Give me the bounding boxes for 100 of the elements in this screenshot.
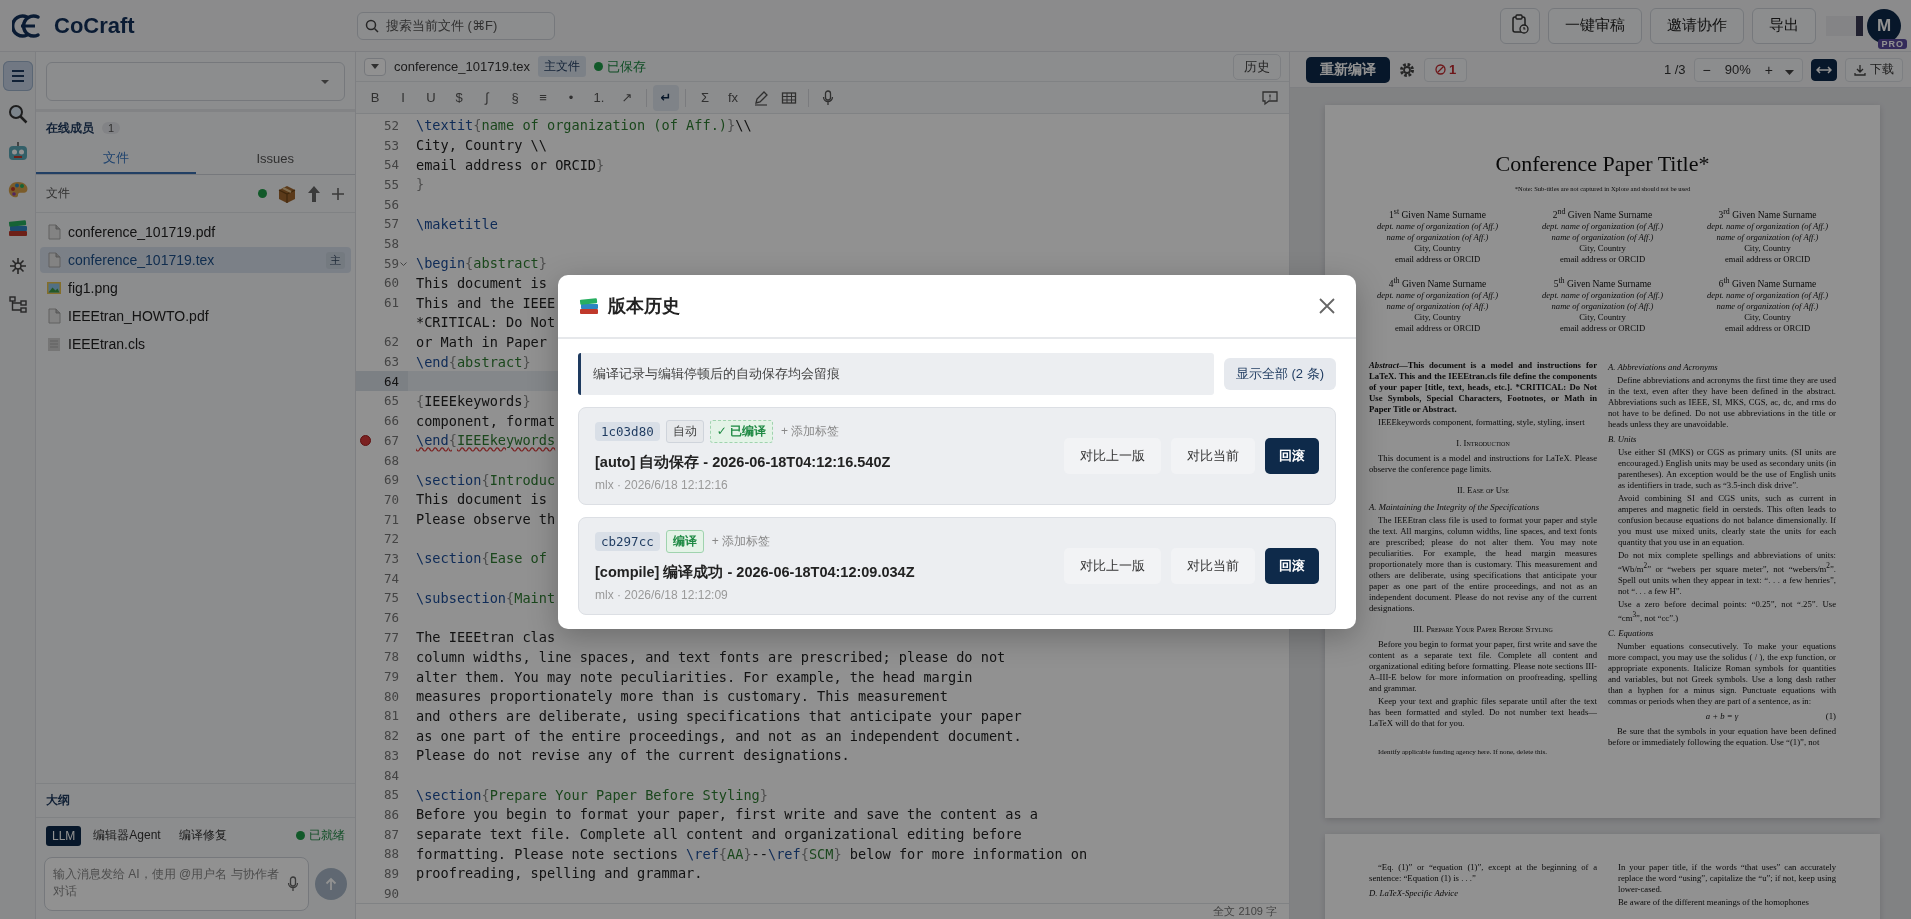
format-button[interactable]: § bbox=[502, 84, 528, 111]
review-button[interactable]: 一键审稿 bbox=[1548, 7, 1642, 44]
line-number: 72 bbox=[383, 531, 399, 547]
author-name: 3$^{rd}$ Given Name Surname bbox=[1717, 206, 1818, 222]
version-tag: 编译 bbox=[665, 530, 704, 553]
line-number: 57 bbox=[383, 216, 399, 232]
add-tag-button[interactable]: + 添加标签 bbox=[709, 533, 773, 550]
download-button[interactable]: 下载 bbox=[1845, 57, 1903, 82]
settings-button[interactable] bbox=[1398, 60, 1416, 79]
line-number: 63 bbox=[383, 354, 399, 370]
format-button[interactable]: B bbox=[362, 84, 388, 111]
clipboard-button[interactable] bbox=[1500, 7, 1540, 44]
upload-button[interactable] bbox=[307, 184, 321, 203]
panel-tab[interactable]: 文件 bbox=[36, 144, 196, 174]
line-number: 53 bbox=[383, 137, 399, 153]
author-city: City, Country bbox=[1413, 312, 1462, 324]
file-menu-button[interactable] bbox=[364, 57, 386, 76]
version-meta: mlx · 2026/6/18 12:12:16 bbox=[595, 478, 729, 492]
line-number: 56 bbox=[383, 196, 399, 212]
code-line: \begin{abstract} bbox=[415, 255, 547, 272]
rollback-button[interactable]: 回滚 bbox=[1265, 548, 1319, 584]
compare-previous-button[interactable]: 对比上一版 bbox=[1064, 438, 1161, 474]
page-number: 1 bbox=[1663, 62, 1672, 77]
author-dept: dept. name of organization (of Aff.) bbox=[1706, 290, 1829, 302]
compare-current-button[interactable]: 对比当前 bbox=[1171, 548, 1255, 584]
rollback-button[interactable]: 回滚 bbox=[1265, 438, 1319, 474]
zoom-out-button[interactable]: − bbox=[1698, 61, 1715, 78]
format-button[interactable]: $ bbox=[446, 84, 472, 111]
subsection-heading: B. Units bbox=[1608, 434, 1638, 446]
author-organization: name of organization (of Aff.) bbox=[1385, 232, 1490, 244]
add-tag-button[interactable]: + 添加标签 bbox=[779, 423, 842, 440]
file-item[interactable]: IEEEtran_HOWTO.pdf bbox=[40, 303, 351, 329]
code-line: Please do not revise any of the current designations. bbox=[415, 747, 850, 764]
error-count-button[interactable]: 1 bbox=[1424, 57, 1468, 82]
author-name: 1$^{st}$ Given Name Surname bbox=[1388, 206, 1487, 222]
recompile-button[interactable]: 重新编译 bbox=[1306, 56, 1390, 83]
author-email: email address or ORCID bbox=[1558, 323, 1647, 335]
line-number: 81 bbox=[383, 708, 399, 724]
line-number: 74 bbox=[383, 570, 399, 586]
close-icon bbox=[1318, 297, 1336, 315]
line-number: 52 bbox=[383, 117, 399, 133]
file-icon bbox=[46, 336, 62, 352]
rail-button[interactable] bbox=[2, 61, 33, 91]
assistant-tab[interactable]: 编译修复 bbox=[172, 824, 233, 847]
file-item[interactable]: IEEEtran.cls bbox=[40, 331, 351, 357]
paragraph: “Eq. (1)” or “equation (1)”, except at the beginning of a sentence: “Equation (1) is . . .” bbox=[1369, 862, 1597, 884]
zoom-in-button[interactable]: + bbox=[1760, 61, 1777, 78]
history-button[interactable]: 历史 bbox=[1233, 53, 1281, 80]
file-name: IEEEtran.cls bbox=[68, 336, 147, 352]
compare-current-button[interactable]: 对比当前 bbox=[1171, 438, 1255, 474]
code-line: Before you begin to format your paper, first write and save the content as a bbox=[415, 806, 1038, 823]
format-button[interactable]: ∫ bbox=[474, 84, 500, 111]
code-line: \end{abstract} bbox=[415, 353, 531, 370]
tree-icon bbox=[8, 295, 27, 313]
commit-hash: 1c03d80 bbox=[595, 422, 660, 441]
pen-icon bbox=[753, 89, 769, 106]
add-button[interactable] bbox=[331, 186, 345, 201]
show-all-button[interactable]: 显示全部 (2 条) bbox=[1223, 358, 1336, 390]
code-line: } bbox=[415, 176, 425, 193]
assistant-tab[interactable]: LLM bbox=[46, 825, 82, 846]
fold-caret-icon[interactable] bbox=[400, 262, 407, 268]
paper-title: Conference Paper Title* bbox=[1494, 151, 1711, 177]
file-item[interactable]: conference_101719.pdf bbox=[40, 219, 351, 245]
code-line: \subsection{Maint bbox=[415, 589, 556, 606]
main-file-badge: 主 bbox=[326, 251, 345, 269]
line-number: 85 bbox=[383, 787, 399, 803]
export-button[interactable]: 导出 bbox=[1752, 7, 1816, 44]
document-icon bbox=[46, 224, 62, 240]
subsection-heading: A. Maintaining the Integrity of the Specifications bbox=[1369, 502, 1541, 514]
search-field[interactable]: 搜索当前文件 (⌘F) bbox=[357, 11, 555, 40]
format-button[interactable]: ≡ bbox=[530, 84, 556, 111]
format-button[interactable]: fx bbox=[720, 84, 746, 111]
format-button[interactable]: U bbox=[418, 84, 444, 111]
assistant-tab[interactable]: 编辑器Agent bbox=[87, 824, 167, 847]
close-button[interactable] bbox=[1318, 297, 1336, 315]
invite-button[interactable]: 邀请协作 bbox=[1650, 7, 1744, 44]
line-number: 89 bbox=[383, 865, 399, 881]
panel-tab[interactable]: Issues bbox=[195, 144, 355, 174]
file-item[interactable]: fig1.png bbox=[40, 275, 351, 301]
format-button[interactable]: ↵ bbox=[653, 84, 679, 111]
version-meta: mlx · 2026/6/18 12:12:09 bbox=[595, 588, 729, 602]
format-button[interactable]: ↗ bbox=[614, 84, 640, 111]
author-name: 4$^{th}$ Given Name Surname bbox=[1387, 275, 1488, 291]
file-item[interactable]: conference_101719.tex 主 bbox=[40, 247, 351, 273]
code-line: alter them. You may note peculiarities. For example, the head margin bbox=[415, 668, 973, 685]
package-icon bbox=[277, 183, 297, 204]
line-number: 68 bbox=[383, 452, 399, 468]
paragraph: IEEEkeywords component, formatting, style, styling, insert bbox=[1377, 417, 1586, 429]
code-line: City, Country \\ bbox=[415, 137, 547, 153]
fit-width-button[interactable] bbox=[1811, 58, 1837, 81]
format-button[interactable]: I bbox=[390, 84, 416, 111]
format-button[interactable]: Σ bbox=[692, 84, 718, 111]
compare-previous-button[interactable]: 对比上一版 bbox=[1064, 548, 1161, 584]
line-number: 65 bbox=[383, 393, 399, 409]
format-button[interactable]: 1. bbox=[586, 84, 612, 111]
package-button[interactable] bbox=[277, 183, 297, 204]
author-organization: name of organization (of Aff.) bbox=[1715, 232, 1820, 244]
chat-input[interactable]: 输入消息发给 AI，使用 @用户名 与协作者对话 bbox=[44, 857, 309, 911]
palette-icon bbox=[6, 180, 29, 200]
format-button[interactable]: • bbox=[558, 84, 584, 111]
